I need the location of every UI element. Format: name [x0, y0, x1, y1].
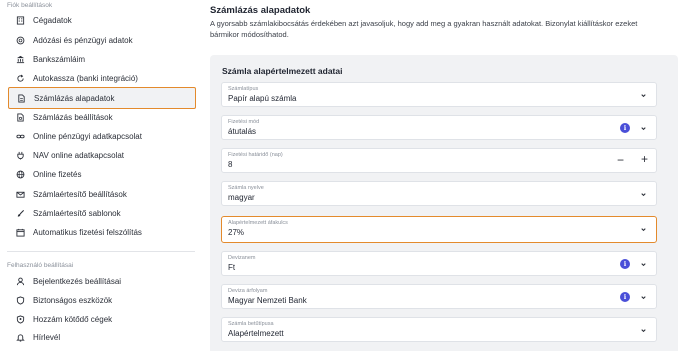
chevron-down-icon: [641, 263, 646, 267]
field-value: Alapértelmezett: [228, 329, 284, 338]
invoice-language-select[interactable]: Számla nyelve magyar: [221, 181, 657, 206]
exchange-rate-select[interactable]: Deviza árfolyam Magyar Nemzeti Bank i: [221, 284, 657, 309]
field-label: Deviza árfolyam: [228, 288, 268, 294]
page-description: A gyorsabb számlakibocsátás érdekében az…: [210, 19, 638, 39]
globe-icon: [15, 169, 25, 179]
increment-button[interactable]: +: [641, 152, 648, 166]
info-icon[interactable]: i: [620, 259, 630, 269]
mail-icon: [15, 189, 25, 199]
bank-icon: [15, 54, 25, 64]
sidebar-item-invoice-notify-settings[interactable]: Számlaértesítő beállítások: [8, 184, 196, 204]
sidebar-item-label: Online pénzügyi adatkapcsolat: [33, 131, 142, 141]
sidebar-item-label: Bejelentkezés beállításai: [33, 276, 122, 286]
sidebar: Fiók beállítások Cégadatok Adózási és pé…: [0, 0, 200, 351]
chevron-down-icon: [641, 193, 646, 197]
sidebar-item-login-settings[interactable]: Bejelentkezés beállításai: [8, 271, 196, 291]
sidebar-item-label: Számlaértesítő beállítások: [33, 189, 127, 199]
sidebar-item-label: Cégadatok: [33, 15, 72, 25]
sidebar-item-billing-basics[interactable]: Számlázás alapadatok: [8, 87, 196, 109]
chevron-down-icon: [641, 329, 646, 333]
field-value[interactable]: 8: [228, 160, 232, 169]
chevron-down-icon: [641, 94, 646, 98]
sidebar-item-bank-accounts[interactable]: Bankszámláim: [8, 49, 196, 69]
brush-icon: [15, 208, 25, 218]
sidebar-item-secure-devices[interactable]: Biztonságos eszközök: [8, 290, 196, 310]
chevron-down-icon: [641, 127, 646, 131]
panel-title: Számla alapértelmezett adatai: [222, 66, 343, 76]
field-value: Papír alapú számla: [228, 94, 297, 103]
sidebar-item-online-finance[interactable]: Online pénzügyi adatkapcsolat: [8, 126, 196, 146]
field-label: Fizetési mód: [228, 119, 260, 125]
section-label-user: Felhasználó beállításai: [7, 262, 74, 269]
sidebar-item-label: Számlaértesítő sablonok: [33, 208, 121, 218]
sidebar-item-label: NAV online adatkapcsolat: [33, 150, 125, 160]
sidebar-item-company-data[interactable]: Cégadatok: [8, 10, 196, 30]
field-value: magyar: [228, 193, 255, 202]
sidebar-item-autokassza[interactable]: Autokassza (banki integráció): [8, 68, 196, 88]
document-icon: [16, 93, 26, 103]
refresh-icon: [15, 73, 25, 83]
sidebar-item-tax-data[interactable]: Adózási és pénzügyi adatok: [8, 30, 196, 50]
sidebar-item-label: Online fizetés: [33, 169, 82, 179]
field-label: Számla betűtípusa: [228, 321, 274, 327]
sidebar-item-billing-settings[interactable]: Számlázás beállítások: [8, 107, 196, 127]
payment-deadline-stepper[interactable]: Fizetési határidő (nap) 8 − +: [221, 148, 657, 173]
info-icon[interactable]: i: [620, 292, 630, 302]
invoice-type-select[interactable]: Számlatípus Papír alapú számla: [221, 82, 657, 107]
sidebar-item-label: Hírlevél: [33, 332, 61, 342]
sidebar-item-label: Automatikus fizetési felszólítás: [33, 227, 142, 237]
default-vat-rate-select[interactable]: Alapértelmezett áfakulcs 27%: [221, 216, 657, 243]
field-value: Ft: [228, 263, 236, 272]
decrement-button[interactable]: −: [617, 153, 624, 167]
sidebar-item-label: Adózási és pénzügyi adatok: [33, 35, 133, 45]
bell-icon: [15, 332, 25, 342]
page-title: Számlázás alapadatok: [210, 5, 311, 16]
field-value: átutalás: [228, 127, 257, 136]
sidebar-divider: [7, 251, 195, 252]
field-label: Számla nyelve: [228, 185, 264, 191]
user-icon: [15, 276, 25, 286]
document-settings-icon: [15, 112, 25, 122]
sidebar-item-label: Biztonságos eszközök: [33, 295, 113, 305]
sidebar-item-label: Hozzám kötődő cégek: [33, 314, 113, 324]
shield-user-icon: [15, 314, 25, 324]
sidebar-item-label: Számlázás alapadatok: [34, 93, 115, 103]
field-label: Alapértelmezett áfakulcs: [228, 220, 288, 226]
chevron-down-icon: [641, 296, 646, 300]
coin-icon: [15, 35, 25, 45]
invoice-font-select[interactable]: Számla betűtípusa Alapértelmezett: [221, 317, 657, 342]
currency-select[interactable]: Devizanem Ft i: [221, 251, 657, 276]
sidebar-item-online-payment[interactable]: Online fizetés: [8, 164, 196, 184]
sidebar-item-nav-online[interactable]: NAV online adatkapcsolat: [8, 145, 196, 165]
shield-icon: [15, 295, 25, 305]
field-label: Fizetési határidő (nap): [228, 152, 283, 158]
plug-icon: [15, 150, 25, 160]
field-label: Számlatípus: [228, 86, 259, 92]
field-label: Devizanem: [228, 255, 256, 261]
sidebar-item-linked-companies[interactable]: Hozzám kötődő cégek: [8, 309, 196, 329]
sidebar-item-label: Számlázás beállítások: [33, 112, 113, 122]
chevron-down-icon: [641, 228, 646, 232]
sidebar-item-newsletter[interactable]: Hírlevél: [8, 327, 196, 347]
sidebar-item-label: Bankszámláim: [33, 54, 86, 64]
sidebar-item-invoice-notify-templates[interactable]: Számlaértesítő sablonok: [8, 203, 196, 223]
field-value: 27%: [228, 228, 245, 237]
calendar-icon: [15, 227, 25, 237]
sidebar-item-label: Autokassza (banki integráció): [33, 73, 138, 83]
defaults-panel: Számla alapértelmezett adatai Számlatípu…: [210, 55, 678, 351]
sidebar-item-auto-payment-reminder[interactable]: Automatikus fizetési felszólítás: [8, 222, 196, 242]
field-value: Magyar Nemzeti Bank: [228, 296, 307, 305]
link-icon: [15, 131, 25, 141]
payment-method-select[interactable]: Fizetési mód átutalás i: [221, 115, 657, 140]
info-icon[interactable]: i: [620, 123, 630, 133]
building-icon: [15, 15, 25, 25]
section-label-account: Fiók beállítások: [7, 2, 53, 9]
main-content: Számlázás alapadatok A gyorsabb számlaki…: [210, 0, 688, 351]
